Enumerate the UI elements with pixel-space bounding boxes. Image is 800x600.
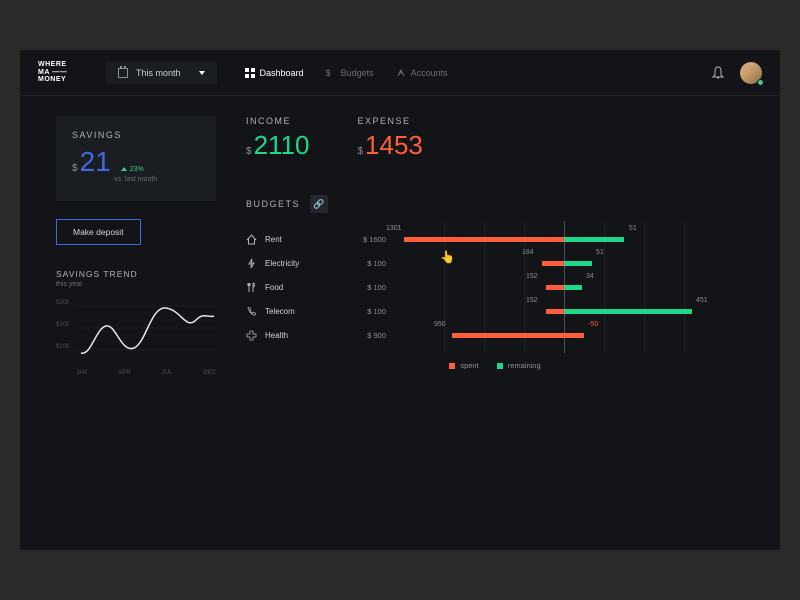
dollar-icon: $ (326, 68, 336, 78)
bar-row-rent: 1301 51 (404, 227, 744, 251)
health-icon (246, 330, 257, 341)
budgets-label: BUDGETS (246, 199, 300, 209)
bolt-icon (246, 258, 257, 269)
budget-list: Rent $ 1600 Electricity $ 100 Food $ 100 (246, 227, 386, 347)
bar-row-telecom: 152 451 (404, 299, 744, 323)
phone-icon (246, 306, 257, 317)
bar-row-electricity: 184 51 (404, 251, 744, 275)
nav-budgets[interactable]: $ Budgets (326, 68, 374, 78)
nav-label: Budgets (341, 68, 374, 78)
square-icon (497, 363, 503, 369)
up-triangle-icon (121, 167, 127, 171)
square-icon (449, 363, 455, 369)
home-icon (246, 234, 257, 245)
income-stat: INCOME $2110 (246, 116, 309, 161)
budget-row-rent: Rent $ 1600 (246, 227, 386, 251)
nav-label: Dashboard (260, 68, 304, 78)
right-column: INCOME $2110 EXPENSE $1453 BUDGETS 🔗 Ren… (246, 116, 744, 376)
chart-legend: spent remaining (246, 361, 744, 370)
currency-symbol: $ (72, 163, 78, 174)
savings-label: SAVINGS (72, 130, 200, 140)
trend-x-axis: JANAPRJULDEC (56, 370, 216, 376)
nav: Dashboard $ Budgets Accounts (245, 68, 448, 78)
budget-row-electricity: Electricity $ 100 (246, 251, 386, 275)
nav-accounts[interactable]: Accounts (396, 68, 448, 78)
rocket-icon (396, 68, 406, 78)
logo: WHERE MA —— MONEY (38, 61, 78, 84)
grid-icon (245, 68, 255, 78)
main: SAVINGS $ 21 23% vs. last month Make dep… (20, 96, 780, 396)
link-icon[interactable]: 🔗 (310, 195, 328, 213)
expense-stat: EXPENSE $1453 (357, 116, 422, 161)
period-label: This month (136, 68, 181, 78)
top-stats: INCOME $2110 EXPENSE $1453 (246, 116, 744, 161)
food-icon (246, 282, 257, 293)
trend-sub: this year (56, 281, 216, 288)
avatar[interactable] (740, 62, 762, 84)
budget-chart: 1301 51 184 51 152 (404, 227, 744, 347)
savings-delta-sub: vs. last month (114, 176, 200, 183)
savings-delta: 23% (121, 166, 144, 173)
calendar-icon (118, 68, 128, 78)
left-column: SAVINGS $ 21 23% vs. last month Make dep… (56, 116, 216, 376)
budget-table: Rent $ 1600 Electricity $ 100 Food $ 100 (246, 227, 744, 347)
chevron-down-icon (199, 71, 205, 75)
savings-value: 21 (80, 146, 111, 178)
income-label: INCOME (246, 116, 309, 126)
make-deposit-button[interactable]: Make deposit (56, 219, 141, 245)
bar-row-food: 152 34 (404, 275, 744, 299)
budget-row-telecom: Telecom $ 100 (246, 299, 386, 323)
savings-card: SAVINGS $ 21 23% vs. last month (56, 116, 216, 201)
budget-row-food: Food $ 100 (246, 275, 386, 299)
expense-value: 1453 (365, 130, 423, 161)
budgets-header: BUDGETS 🔗 (246, 195, 744, 213)
income-value: 2110 (254, 130, 310, 161)
legend-remaining: remaining (497, 361, 541, 370)
header: WHERE MA —— MONEY This month Dashboard $… (20, 50, 780, 96)
nav-dashboard[interactable]: Dashboard (245, 68, 304, 78)
trend-label: SAVINGS TREND (56, 269, 216, 279)
period-selector[interactable]: This month (106, 62, 217, 84)
bar-row-health: 950 -50 (404, 323, 744, 347)
savings-trend-chart: $300 $200 $100 (56, 298, 216, 368)
notifications-icon[interactable] (712, 66, 724, 80)
legend-spent: spent (449, 361, 478, 370)
budget-row-health: Health $ 900 (246, 323, 386, 347)
app-window: WHERE MA —— MONEY This month Dashboard $… (20, 50, 780, 550)
nav-label: Accounts (411, 68, 448, 78)
expense-label: EXPENSE (357, 116, 422, 126)
